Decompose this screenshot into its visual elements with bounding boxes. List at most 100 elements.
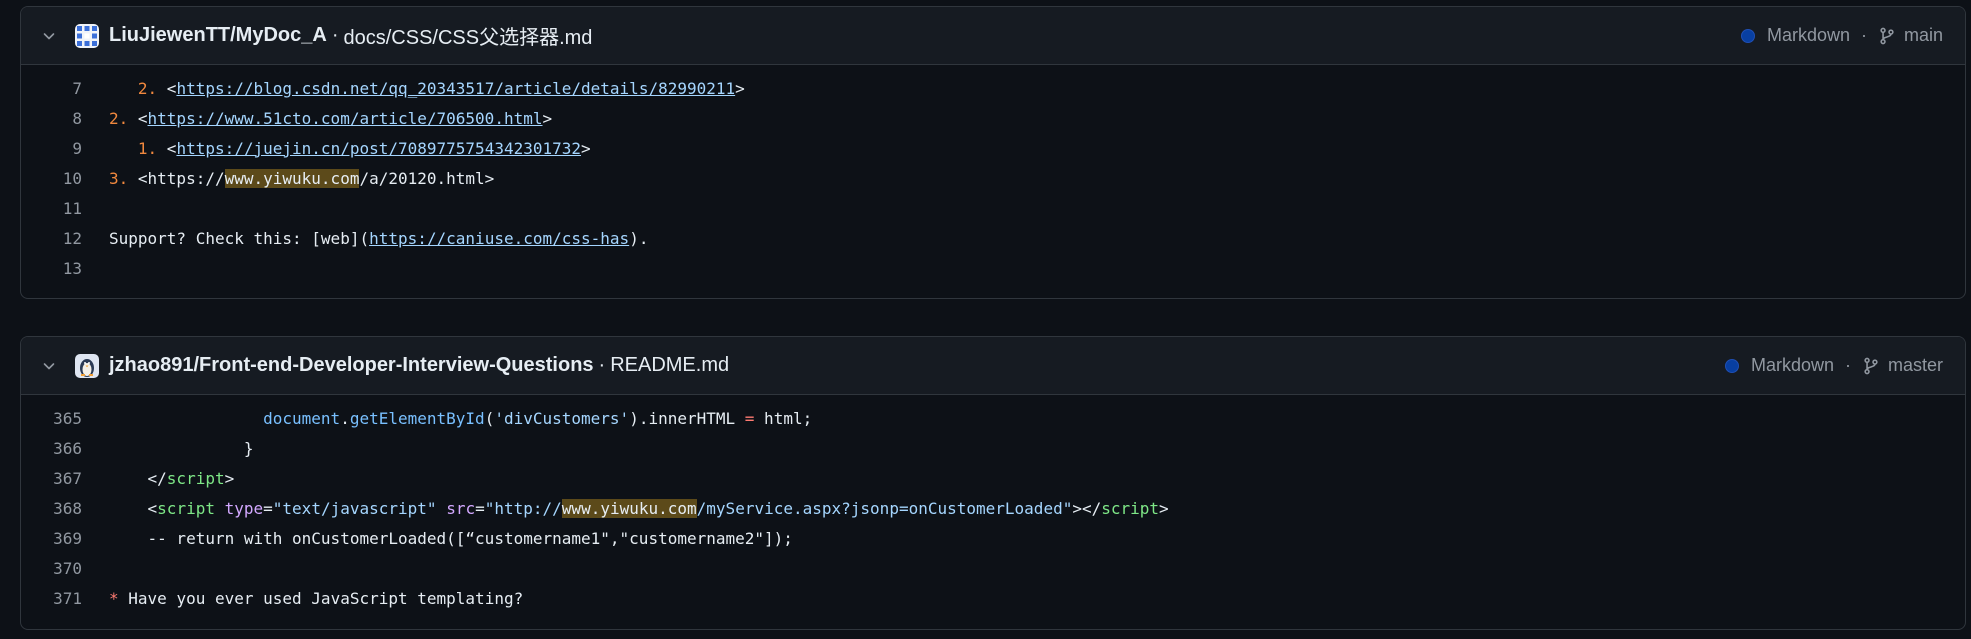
code-line: 9 1. <https://juejin.cn/post/70897757543… xyxy=(21,133,1965,163)
chevron-down-icon[interactable] xyxy=(41,28,57,44)
line-number[interactable]: 369 xyxy=(21,529,82,548)
code-token: </ xyxy=(109,468,167,488)
code-token: -- return with onCustomerLoaded([“custom… xyxy=(109,528,793,548)
code-token: <https:// xyxy=(128,168,225,188)
code-line: 11 xyxy=(21,193,1965,223)
line-content: </script> xyxy=(109,468,235,488)
code-line: 370 xyxy=(21,553,1965,583)
chevron-down-icon[interactable] xyxy=(41,358,57,374)
code-line: 368 <script type="text/javascript" src="… xyxy=(21,493,1965,523)
line-number[interactable]: 8 xyxy=(21,109,82,128)
code-link[interactable]: https://blog.csdn.net/qq_20343517/articl… xyxy=(176,79,735,98)
line-number[interactable]: 13 xyxy=(21,259,82,278)
line-number[interactable]: 367 xyxy=(21,469,82,488)
line-content: <script type="text/javascript" src="http… xyxy=(109,498,1169,518)
code-token: script xyxy=(157,498,215,518)
line-content: * Have you ever used JavaScript templati… xyxy=(109,589,523,608)
line-number[interactable]: 12 xyxy=(21,229,82,248)
language-label: Markdown xyxy=(1766,25,1850,45)
code-token: 1. xyxy=(137,138,158,158)
line-number[interactable]: 9 xyxy=(21,139,82,158)
result-meta: Markdown · master xyxy=(1724,337,1943,394)
code-token: html; xyxy=(754,408,813,428)
code-snippet: 7 2. <https://blog.csdn.net/qq_20343517/… xyxy=(21,65,1965,283)
code-token: > xyxy=(1159,498,1169,518)
code-token: Support? Check this: [web]( xyxy=(109,228,370,248)
code-token: * xyxy=(109,588,119,608)
code-link[interactable]: https://juejin.cn/post/70897757543423017… xyxy=(176,139,581,158)
code-token: 2. xyxy=(109,108,129,128)
result-header: jzhao891/Front-end-Developer-Interview-Q… xyxy=(21,337,1965,395)
line-number[interactable]: 11 xyxy=(21,199,82,218)
line-number[interactable]: 370 xyxy=(21,559,82,578)
result-meta: Markdown · main xyxy=(1740,7,1943,64)
file-path-link[interactable]: README.md xyxy=(610,354,729,377)
code-token: script xyxy=(1101,498,1160,518)
code-link[interactable]: https://www.51cto.com/article/706500.htm… xyxy=(148,109,543,128)
code-link[interactable]: https://caniuse.com/css-has xyxy=(369,229,629,248)
result-title: jzhao891/Front-end-Developer-Interview-Q… xyxy=(109,354,729,377)
line-content: 1. <https://juejin.cn/post/7089775754342… xyxy=(109,139,591,158)
line-number[interactable]: 368 xyxy=(21,499,82,518)
branch-label[interactable]: main xyxy=(1904,25,1943,46)
code-token: = xyxy=(744,408,755,428)
code-line: 8 2. <https://www.51cto.com/article/70650… xyxy=(21,103,1965,133)
code-token: document xyxy=(263,408,341,428)
search-result-card: jzhao891/Front-end-Developer-Interview-Q… xyxy=(20,336,1966,630)
code-token: < xyxy=(157,78,177,98)
repo-owner-avatar[interactable] xyxy=(75,23,99,48)
meta-separator: · xyxy=(1844,355,1851,375)
code-token: < xyxy=(109,498,158,518)
code-token: . xyxy=(340,408,350,428)
code-token: } xyxy=(109,438,254,458)
code-token: ( xyxy=(484,408,495,428)
line-content: 2. <https://www.51cto.com/article/706500… xyxy=(109,109,552,128)
code-token: > xyxy=(581,138,591,158)
code-token: > xyxy=(735,78,745,98)
code-line: 7 2. <https://blog.csdn.net/qq_20343517/… xyxy=(21,73,1965,103)
code-line: 10 3. <https://www.yiwuku.com/a/20120.htm… xyxy=(21,163,1965,193)
git-branch-icon xyxy=(1878,27,1896,45)
code-token: ). xyxy=(629,228,649,248)
code-token: "text/javascript" xyxy=(272,498,437,518)
file-path-link[interactable]: docs/CSS/CSS父选择器.md xyxy=(343,21,592,50)
code-token: ></ xyxy=(1072,498,1102,518)
code-token: script xyxy=(166,468,225,488)
line-number[interactable]: 10 xyxy=(21,169,82,188)
line-content: -- return with onCustomerLoaded([“custom… xyxy=(109,529,793,548)
line-number[interactable]: 365 xyxy=(21,409,82,428)
branch-label[interactable]: master xyxy=(1888,355,1943,376)
code-snippet: 365 document.getElementById('divCustomer… xyxy=(21,395,1965,613)
language-color-dot xyxy=(1740,28,1755,43)
repo-owner-avatar[interactable] xyxy=(75,353,99,378)
repo-link[interactable]: jzhao891/Front-end-Developer-Interview-Q… xyxy=(109,354,594,377)
code-token: getElementById xyxy=(349,408,485,428)
code-line: 367 </script> xyxy=(21,463,1965,493)
language-color-dot xyxy=(1724,358,1739,373)
line-content: 2. <https://blog.csdn.net/qq_20343517/ar… xyxy=(109,79,745,98)
code-token: = xyxy=(475,498,485,518)
code-token: > xyxy=(542,108,553,128)
title-separator: · xyxy=(598,354,606,376)
code-token: /myService.aspx?jsonp=onCustomerLoaded" xyxy=(696,498,1073,518)
code-token: 3. xyxy=(109,168,129,188)
line-number[interactable]: 371 xyxy=(21,589,82,608)
line-number[interactable]: 7 xyxy=(21,79,82,98)
line-content: document.getElementById('divCustomers').… xyxy=(109,409,812,428)
result-header: LiuJiewenTT/MyDoc_A · docs/CSS/CSS父选择器.m… xyxy=(21,7,1965,65)
code-token: 2. xyxy=(137,78,158,98)
repo-link[interactable]: LiuJiewenTT/MyDoc_A xyxy=(109,24,327,47)
code-line: 12 Support? Check this: [web](https://can… xyxy=(21,223,1965,253)
line-number[interactable]: 366 xyxy=(21,439,82,458)
code-token: = xyxy=(263,498,273,518)
title-separator: · xyxy=(331,24,339,46)
language-label: Markdown xyxy=(1750,355,1834,375)
code-token: type xyxy=(224,498,264,518)
code-token: src xyxy=(446,498,476,518)
code-line: 366 } xyxy=(21,433,1965,463)
git-branch-icon xyxy=(1862,357,1880,375)
meta-separator: · xyxy=(1860,25,1867,45)
